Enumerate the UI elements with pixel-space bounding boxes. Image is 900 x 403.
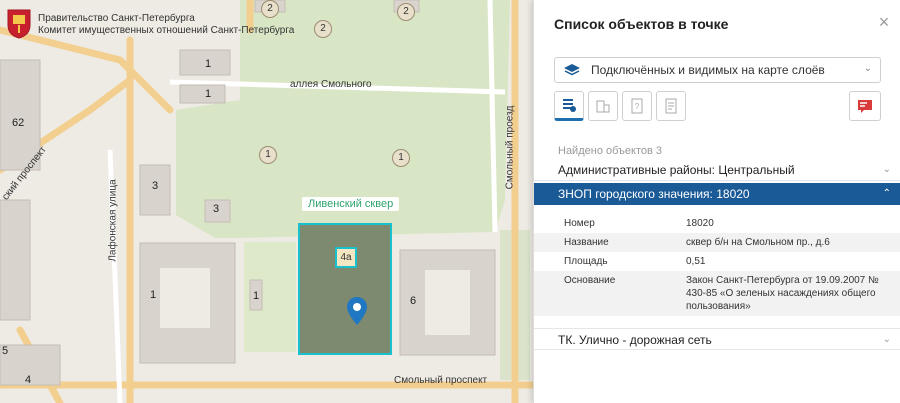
chevron-down-icon: ⌄ [863, 63, 872, 74]
building-marker[interactable]: 2 [397, 3, 415, 21]
close-icon[interactable]: × [876, 13, 892, 31]
building-icon [596, 100, 610, 113]
chevron-down-icon: ⌄ [882, 334, 891, 345]
building-marker[interactable]: 2 [261, 0, 279, 18]
header-line-1: Правительство Санкт-Петербурга [38, 13, 195, 24]
building-number: 1 [205, 88, 212, 100]
document-icon [665, 98, 677, 114]
detail-value: Закон Санкт-Петербурга от 19.09.2007 № 4… [686, 275, 879, 312]
building-marker[interactable]: 1 [259, 146, 277, 164]
building-number: 62 [12, 117, 25, 129]
layer-select-label: Подключённых и видимых на карте слоёв [591, 63, 825, 77]
section-label: ЗНОП городского значения: 18020 [558, 187, 750, 201]
building-number: 3 [213, 203, 220, 215]
detail-row: Площадь 0,51 [534, 252, 900, 271]
coat-of-arms-icon [7, 9, 31, 39]
building-number: 5 [2, 345, 9, 357]
section-label: Административные районы: Центральный [558, 163, 795, 177]
building-number: 1 [253, 290, 260, 302]
detail-key: Основание [564, 275, 616, 286]
details-table: Номер 18020 Название сквер б/н на Смольн… [534, 214, 900, 316]
unknown-view-button[interactable]: ? [622, 91, 652, 121]
objects-panel: Список объектов в точке × Подключённых и… [533, 0, 900, 403]
panel-title: Список объектов в точке [554, 16, 729, 32]
map-pin-icon[interactable] [346, 296, 368, 326]
building-view-button[interactable] [588, 91, 618, 121]
detail-key: Номер [564, 218, 595, 229]
building-number: 1 [150, 289, 157, 301]
svg-text:?: ? [635, 102, 640, 111]
detail-row: Название сквер б/н на Смольном пр., д.6 [534, 233, 900, 252]
building-number: 6 [410, 295, 417, 307]
detail-row: Основание Закон Санкт-Петербурга от 19.0… [534, 271, 900, 316]
detail-row: Номер 18020 [534, 214, 900, 233]
document-view-button[interactable] [656, 91, 686, 121]
list-icon [563, 99, 576, 112]
building-number: 4 [25, 374, 32, 386]
street-label-smolny-proezd: Смольный проезд [504, 105, 516, 190]
selected-plot [298, 223, 392, 355]
detail-key: Название [564, 237, 609, 248]
header-line-2: Комитет имущественных отношений Санкт-Пе… [38, 25, 295, 36]
list-view-button[interactable] [554, 91, 584, 121]
section-street-network[interactable]: ТК. Улично - дорожная сеть ⌄ [534, 328, 900, 350]
question-doc-icon: ? [631, 98, 643, 114]
chevron-down-icon: ⌄ [882, 164, 891, 175]
detail-key: Площадь [564, 256, 608, 267]
chevron-up-icon: ⌃ [882, 188, 891, 199]
building-number: 1 [205, 58, 212, 70]
building-number: 3 [152, 180, 159, 192]
detail-value: сквер б/н на Смольном пр., д.6 [686, 237, 830, 248]
section-label: ТК. Улично - дорожная сеть [558, 333, 712, 347]
park-label: Ливенский сквер [302, 197, 400, 211]
street-label-alley: аллея Смольного [290, 79, 372, 90]
section-znop[interactable]: ЗНОП городского значения: 18020 ⌃ [534, 183, 900, 205]
app-header: Правительство Санкт-Петербурга Комитет и… [0, 0, 294, 44]
layers-icon [564, 64, 580, 76]
report-icon [858, 100, 872, 113]
section-admin-districts[interactable]: Административные районы: Центральный ⌄ [534, 159, 900, 181]
detail-value: 18020 [686, 218, 714, 229]
layer-select[interactable]: Подключённых и видимых на карте слоёв ⌄ [554, 57, 881, 83]
building-marker[interactable]: 2 [314, 20, 332, 38]
plot-label[interactable]: 4а [335, 247, 357, 268]
street-label-lafonskaya: Лафонская улица [107, 179, 119, 262]
street-label-smolny-prospekt: Смольный проспект [394, 375, 488, 386]
report-button[interactable] [849, 91, 881, 121]
detail-value: 0,51 [686, 256, 706, 267]
building-marker[interactable]: 1 [392, 149, 410, 167]
found-count: Найдено объектов 3 [558, 145, 663, 157]
